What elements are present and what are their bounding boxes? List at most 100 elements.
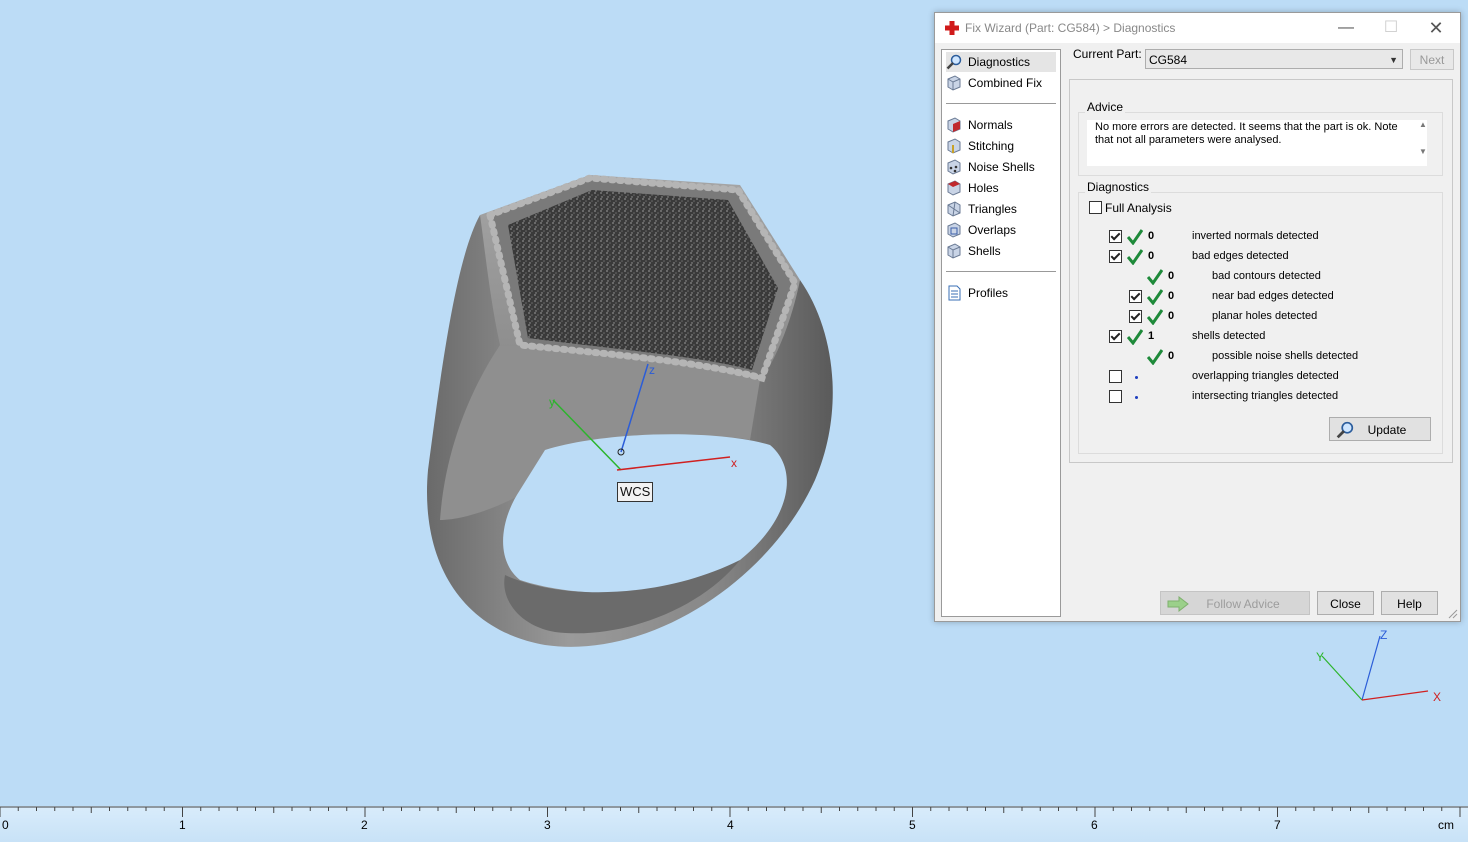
- ruler-label-0: 0: [2, 818, 9, 832]
- ruler-label-3: 3: [544, 818, 551, 832]
- axis-y-label: y: [549, 395, 555, 409]
- planar-holes-label: planar holes detected: [1212, 310, 1318, 322]
- noise-shells-icon: [947, 159, 961, 175]
- nav-label: Noise Shells: [968, 160, 1035, 174]
- mini-z-axis: [1361, 635, 1381, 701]
- nav-divider: [946, 271, 1056, 272]
- bad-contours-count: 0: [1168, 270, 1175, 282]
- axis-x-label: x: [731, 456, 737, 470]
- nav-label: Diagnostics: [968, 55, 1031, 69]
- nav-triangles[interactable]: Triangles: [946, 199, 1056, 219]
- overlaps-icon: [947, 222, 961, 238]
- advice-scrollbar[interactable]: ▲ ▼: [1416, 120, 1430, 168]
- check-icon: [1127, 329, 1143, 345]
- nav-label: Holes: [968, 181, 999, 195]
- inverted-normals-label: inverted normals detected: [1192, 230, 1319, 242]
- axis-z-label: z: [649, 363, 655, 377]
- check-icon: [1127, 229, 1143, 245]
- wcs-label: WCS: [617, 482, 654, 502]
- resize-grip-icon[interactable]: [1448, 609, 1458, 619]
- minimize-icon[interactable]: —: [1331, 17, 1361, 39]
- mini-x-axis: [1361, 690, 1429, 701]
- nav-divider: [946, 103, 1056, 104]
- mini-axis-y-label: Y: [1316, 650, 1325, 664]
- nav-normals[interactable]: Normals: [946, 115, 1056, 135]
- close-button[interactable]: Close: [1317, 591, 1374, 615]
- ruler-label-1: 1: [179, 818, 186, 832]
- check-icon: [1147, 289, 1163, 305]
- update-label: Update: [1367, 423, 1407, 437]
- nav-overlaps[interactable]: Overlaps: [946, 220, 1056, 240]
- holes-icon: [947, 180, 961, 196]
- ruler-ticks: [0, 806, 1468, 817]
- mini-axis-x-label: X: [1433, 690, 1442, 704]
- pending-dot-icon: [1135, 396, 1138, 399]
- nav-holes[interactable]: Holes: [946, 178, 1056, 198]
- noise-shells-label: possible noise shells detected: [1212, 350, 1359, 362]
- follow-advice-label: Follow Advice: [1206, 597, 1280, 611]
- magnifier-icon: [1336, 421, 1354, 439]
- advice-text: No more errors are detected. It seems th…: [1087, 120, 1427, 166]
- nav-label: Normals: [968, 118, 1013, 132]
- mini-y-axis: [1321, 655, 1363, 701]
- inverted-normals-checkbox[interactable]: [1109, 230, 1122, 243]
- advice-title: Advice: [1085, 100, 1126, 114]
- planar-holes-checkbox[interactable]: [1129, 310, 1142, 323]
- wizard-nav: Diagnostics Combined Fix Normals Stitchi…: [941, 49, 1061, 617]
- bad-contours-label: bad contours detected: [1212, 270, 1321, 282]
- check-icon: [1147, 269, 1163, 285]
- full-analysis-checkbox[interactable]: [1089, 201, 1102, 214]
- nav-label: Triangles: [968, 202, 1017, 216]
- bad-edges-label: bad edges detected: [1192, 250, 1289, 262]
- current-part-label: Current Part:: [1073, 47, 1142, 61]
- nav-label: Shells: [968, 244, 1001, 258]
- overlapping-triangles-checkbox[interactable]: [1109, 370, 1122, 383]
- near-bad-edges-label: near bad edges detected: [1212, 290, 1334, 302]
- stitching-icon: [947, 138, 961, 154]
- title-bar[interactable]: Fix Wizard (Part: CG584) > Diagnostics —…: [935, 13, 1460, 43]
- cube-icon: [947, 75, 961, 91]
- nav-noise-shells[interactable]: Noise Shells: [946, 157, 1056, 177]
- fix-wizard-dialog: Fix Wizard (Part: CG584) > Diagnostics —…: [934, 12, 1461, 622]
- nav-stitching[interactable]: Stitching: [946, 136, 1056, 156]
- mini-axis-z-label: Z: [1380, 628, 1388, 642]
- close-window-icon[interactable]: ✕: [1421, 17, 1451, 39]
- nav-profiles[interactable]: Profiles: [946, 283, 1056, 303]
- nav-shells[interactable]: Shells: [946, 241, 1056, 261]
- update-button[interactable]: Update: [1329, 417, 1431, 441]
- overlapping-triangles-label: overlapping triangles detected: [1192, 370, 1339, 382]
- check-icon: [1147, 349, 1163, 365]
- intersecting-triangles-checkbox[interactable]: [1109, 390, 1122, 403]
- ruler-label-6: 6: [1091, 818, 1098, 832]
- near-bad-edges-checkbox[interactable]: [1129, 290, 1142, 303]
- shells-label: shells detected: [1192, 330, 1266, 342]
- shells-icon: [947, 243, 961, 259]
- pending-dot-icon: [1135, 376, 1138, 379]
- bad-edges-count: 0: [1148, 250, 1155, 262]
- shells-count: 1: [1148, 330, 1155, 342]
- nav-combined-fix[interactable]: Combined Fix: [946, 73, 1056, 93]
- ruler-label-7: 7: [1274, 818, 1281, 832]
- normals-icon: [947, 117, 961, 133]
- chevron-down-icon: ▼: [1389, 55, 1398, 65]
- maximize-icon: ☐: [1383, 19, 1399, 36]
- full-analysis-label: Full Analysis: [1105, 201, 1172, 215]
- check-icon: [1147, 309, 1163, 325]
- ruler-label-2: 2: [361, 818, 368, 832]
- arrow-right-icon: [1167, 596, 1189, 612]
- planar-holes-count: 0: [1168, 310, 1175, 322]
- triangles-icon: [947, 201, 961, 217]
- follow-advice-button: Follow Advice: [1160, 591, 1310, 615]
- noise-shells-count: 0: [1168, 350, 1175, 362]
- next-button: Next: [1410, 49, 1454, 70]
- magnifier-icon: [946, 54, 962, 70]
- check-icon: [1127, 249, 1143, 265]
- help-button[interactable]: Help: [1381, 591, 1438, 615]
- bad-edges-checkbox[interactable]: [1109, 250, 1122, 263]
- diagnostics-title: Diagnostics: [1085, 180, 1152, 194]
- nav-diagnostics[interactable]: Diagnostics: [946, 52, 1056, 72]
- nav-label: Stitching: [968, 139, 1015, 153]
- shells-checkbox[interactable]: [1109, 330, 1122, 343]
- ruler-label-5: 5: [909, 818, 916, 832]
- current-part-select[interactable]: CG584 ▼: [1145, 49, 1403, 69]
